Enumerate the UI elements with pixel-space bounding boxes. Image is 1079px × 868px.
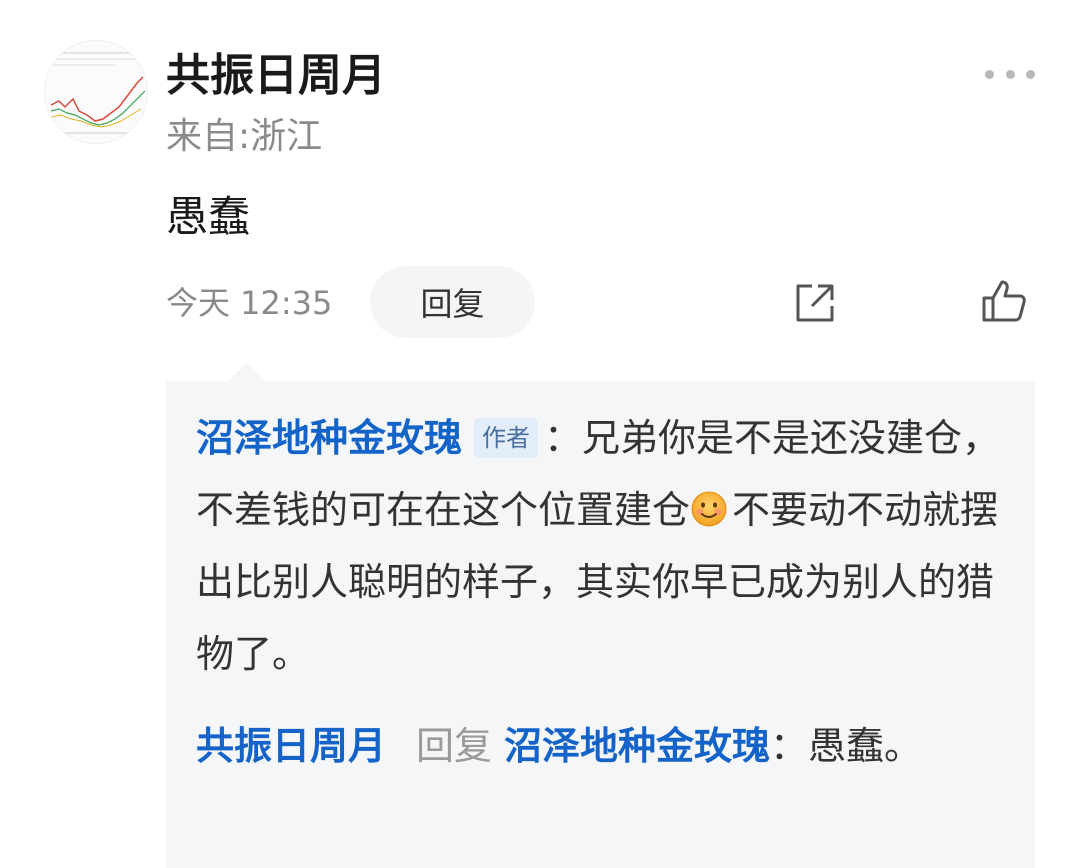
thread-reply-item: 沼泽地种金玫瑰 作者 ：兄弟你是不是还没建仓，不差钱的可在在这个位置建仓 不要动不动就… bbox=[196, 402, 1016, 690]
reply-author-link[interactable]: 共振日周月 bbox=[196, 724, 386, 768]
smile-emoji-icon bbox=[691, 491, 727, 526]
comment-page: 共振日周月 来自:浙江 愚蠢 今天 12:35 回复 沼泽地种金玫瑰 作者 ：兄弟你… bbox=[0, 0, 1079, 868]
thumbs-up-icon[interactable] bbox=[980, 276, 1030, 326]
comment-text: 愚蠢 bbox=[166, 192, 251, 241]
timestamp: 今天 12:35 bbox=[166, 284, 333, 322]
reply-target-link[interactable]: 沼泽地种金玫瑰 bbox=[504, 724, 770, 768]
dot bbox=[1026, 69, 1035, 79]
dot bbox=[985, 69, 994, 79]
user-avatar[interactable] bbox=[44, 40, 148, 144]
location-label: 来自:浙江 bbox=[166, 116, 323, 157]
reply-author-link[interactable]: 沼泽地种金玫瑰 bbox=[196, 416, 462, 460]
more-dots-icon[interactable] bbox=[985, 66, 1035, 82]
thread-reply-item: 共振日周月 回复 沼泽地种金玫瑰：愚蠢。 bbox=[196, 710, 1016, 782]
reply-text: ：愚蠢。 bbox=[770, 724, 923, 768]
author-badge: 作者 bbox=[474, 417, 539, 458]
thread-pointer bbox=[228, 363, 264, 381]
dot bbox=[1005, 69, 1015, 79]
share-icon[interactable] bbox=[792, 280, 838, 326]
reply-button[interactable]: 回复 bbox=[370, 266, 535, 338]
avatar-chart-image bbox=[45, 41, 147, 143]
username[interactable]: 共振日周月 bbox=[166, 46, 386, 106]
reply-word: 回复 bbox=[416, 724, 493, 768]
